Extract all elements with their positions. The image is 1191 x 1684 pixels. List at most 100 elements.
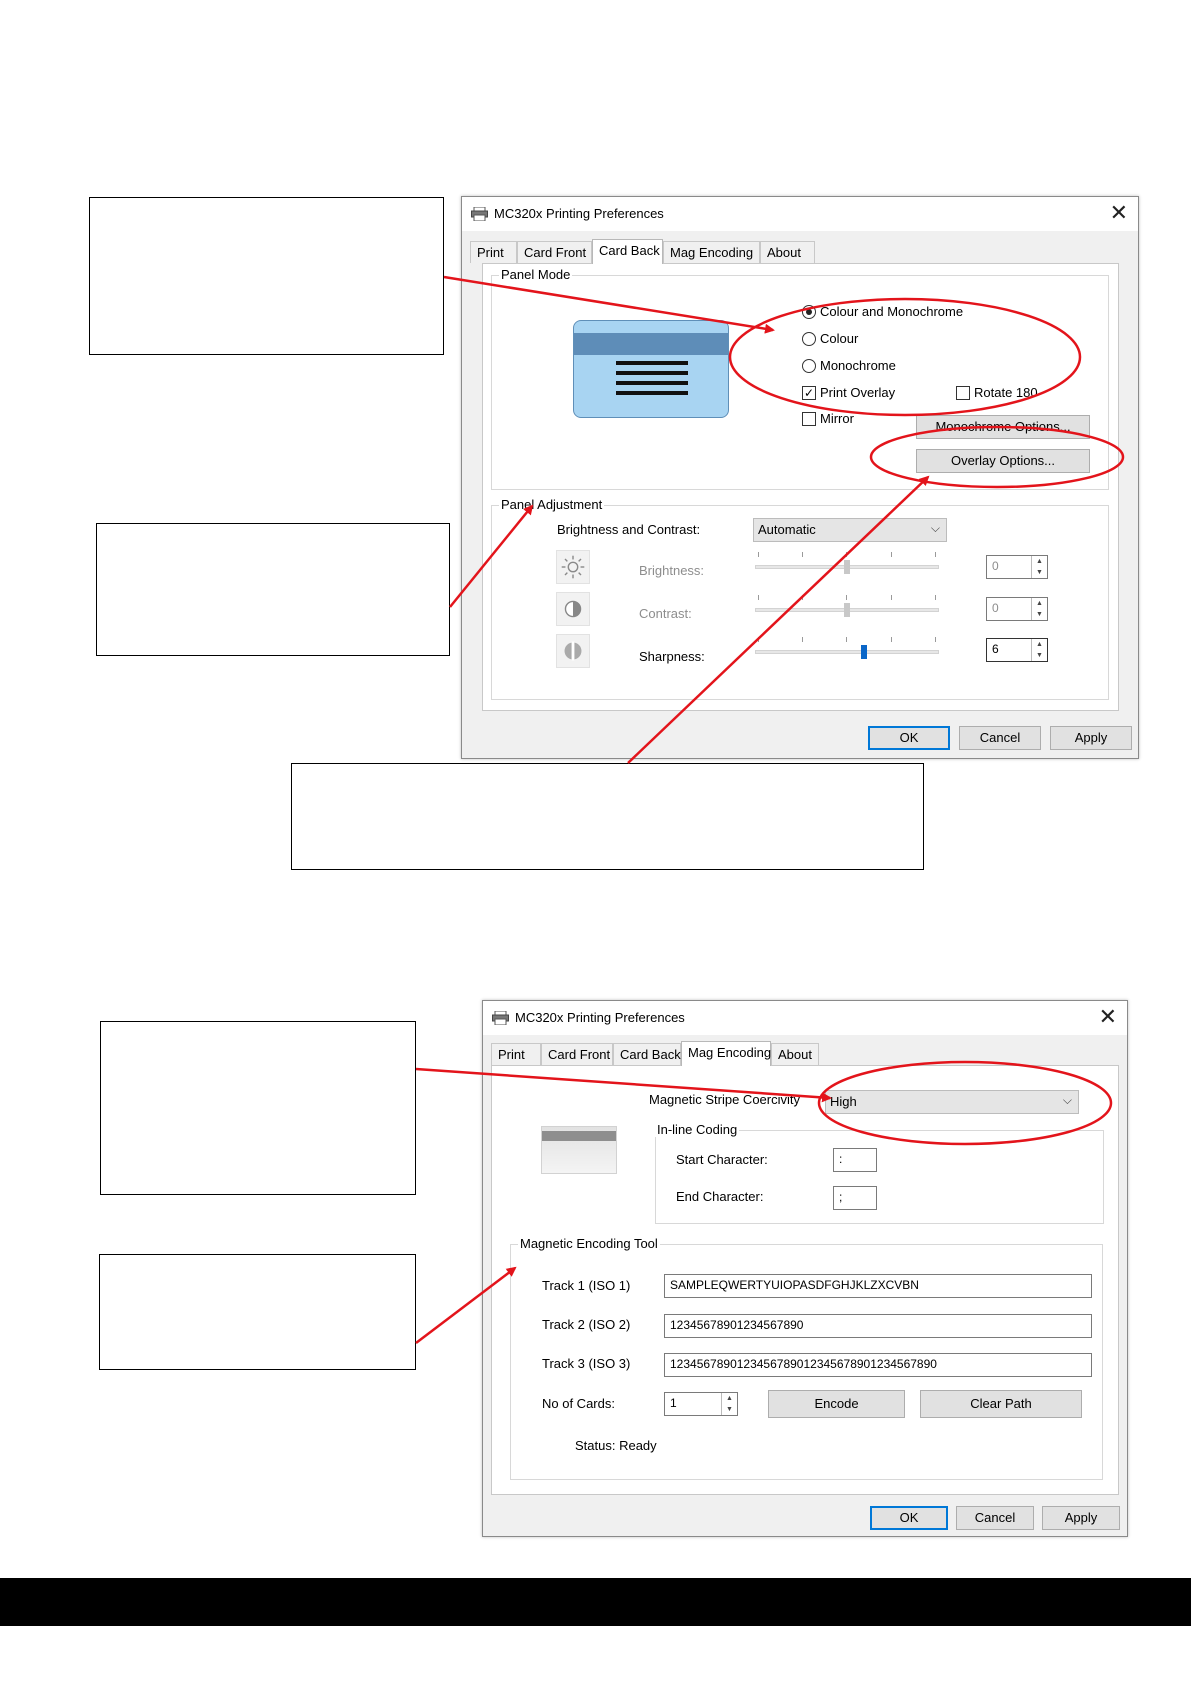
end-character-input[interactable]: ;: [833, 1186, 877, 1210]
start-character-input[interactable]: :: [833, 1148, 877, 1172]
sharpness-value: 6: [992, 642, 999, 656]
cancel-button[interactable]: Cancel: [959, 726, 1041, 750]
tab-strip: Print Card Front Card Back Mag Encoding …: [470, 239, 830, 264]
brightness-slider-thumb[interactable]: [844, 560, 850, 574]
no-of-cards-value: 1: [670, 1396, 677, 1410]
chevron-down-icon: ⌵: [1062, 1093, 1072, 1107]
spin-down-icon[interactable]: ▼: [1032, 650, 1047, 661]
print-overlay-label: Print Overlay: [820, 385, 896, 400]
print-overlay-checkbox[interactable]: ✓: [802, 386, 816, 400]
no-of-cards-label: No of Cards:: [542, 1396, 615, 1411]
overlay-options-button[interactable]: Overlay Options...: [916, 449, 1090, 473]
callout-box-encoding-tool: [99, 1254, 416, 1370]
end-character-label: End Character:: [676, 1189, 764, 1204]
track-1-input[interactable]: SAMPLEQWERTYUIOPASDFGHJKLZXCVBN: [664, 1274, 1092, 1298]
ok-button[interactable]: OK: [870, 1506, 948, 1530]
tab-print[interactable]: Print: [491, 1043, 541, 1065]
status-text: Status: Ready: [575, 1438, 657, 1453]
inline-coding-group: [655, 1130, 1104, 1224]
sharpness-slider-thumb[interactable]: [861, 645, 867, 659]
brightness-contrast-label: Brightness and Contrast:: [557, 522, 701, 537]
encode-button[interactable]: Encode: [768, 1390, 905, 1418]
radio-label-colour: Colour: [820, 331, 859, 346]
close-icon[interactable]: ✕: [1099, 1005, 1117, 1029]
brightness-value: 0: [992, 559, 999, 573]
contrast-slider-thumb[interactable]: [844, 603, 850, 617]
contrast-value: 0: [992, 601, 999, 615]
printer-icon: [471, 207, 488, 221]
close-icon[interactable]: ✕: [1110, 201, 1128, 225]
spin-up-icon[interactable]: ▲: [1032, 598, 1047, 609]
mag-stripe-band: [542, 1131, 616, 1141]
tab-card-back[interactable]: Card Back: [592, 239, 663, 264]
track-3-input[interactable]: 1234567890123456789012345678901234567890: [664, 1353, 1092, 1377]
spin-down-icon[interactable]: ▼: [722, 1404, 737, 1415]
sharpness-icon: [556, 634, 590, 668]
spin-down-icon[interactable]: ▼: [1032, 609, 1047, 620]
track-1-label: Track 1 (ISO 1): [542, 1278, 631, 1293]
sharpness-spinner[interactable]: 6 ▲ ▼: [986, 638, 1048, 662]
sharpness-slider[interactable]: [755, 637, 939, 665]
spin-up-icon[interactable]: ▲: [1032, 639, 1047, 650]
title-bar: MC320x Printing Preferences ✕: [462, 197, 1138, 231]
printing-preferences-dialog-mag-encoding: MC320x Printing Preferences ✕ Print Card…: [482, 1000, 1128, 1537]
panel-adjustment-label: Panel Adjustment: [499, 497, 605, 512]
sharpness-label: Sharpness:: [639, 649, 705, 664]
apply-button[interactable]: Apply: [1050, 726, 1132, 750]
text-lines-icon: [616, 361, 688, 395]
chevron-down-icon: ⌵: [930, 521, 940, 535]
tab-card-front[interactable]: Card Front: [517, 241, 592, 263]
clear-path-button[interactable]: Clear Path: [920, 1390, 1082, 1418]
mag-card-thumbnail: [541, 1126, 617, 1174]
radio-colour[interactable]: [802, 332, 816, 346]
tab-mag-encoding[interactable]: Mag Encoding: [663, 241, 760, 263]
spin-down-icon[interactable]: ▼: [1032, 567, 1047, 578]
rotate-180-checkbox[interactable]: [956, 386, 970, 400]
card-back-preview: [573, 320, 729, 418]
panel-mode-label: Panel Mode: [499, 267, 573, 282]
tab-about[interactable]: About: [771, 1043, 819, 1065]
track-2-input[interactable]: 12345678901234567890: [664, 1314, 1092, 1338]
page-footer-bar: [0, 1578, 1191, 1626]
brightness-contrast-value: Automatic: [758, 522, 816, 537]
inline-coding-label: In-line Coding: [655, 1122, 740, 1137]
sun-icon: [556, 550, 590, 584]
brightness-contrast-select[interactable]: Automatic ⌵: [753, 518, 947, 542]
tab-print[interactable]: Print: [470, 241, 517, 263]
no-of-cards-spinner[interactable]: 1 ▲ ▼: [664, 1392, 738, 1416]
title-bar: MC320x Printing Preferences ✕: [483, 1001, 1127, 1035]
spin-up-icon[interactable]: ▲: [1032, 556, 1047, 567]
callout-box-coercivity: [100, 1021, 416, 1195]
callout-box-panel-mode: [89, 197, 444, 355]
printing-preferences-dialog-card-back: MC320x Printing Preferences ✕ Print Card…: [461, 196, 1139, 759]
tab-strip: Print Card Front Card Back Mag Encoding …: [491, 1041, 851, 1066]
ok-button[interactable]: OK: [868, 726, 950, 750]
callout-box-panel-adjustment: [96, 523, 450, 656]
tab-card-back[interactable]: Card Back: [613, 1043, 681, 1065]
radio-label-monochrome: Monochrome: [820, 358, 896, 373]
coercivity-label: Magnetic Stripe Coercivity: [649, 1092, 800, 1107]
callout-box-overlay-options: [291, 763, 924, 870]
tab-mag-encoding[interactable]: Mag Encoding: [681, 1041, 771, 1066]
contrast-label: Contrast:: [639, 606, 692, 621]
tab-about[interactable]: About: [760, 241, 815, 263]
brightness-spinner[interactable]: 0 ▲ ▼: [986, 555, 1048, 579]
contrast-slider[interactable]: [755, 595, 939, 623]
radio-colour-and-monochrome[interactable]: [802, 305, 816, 319]
coercivity-value: High: [830, 1094, 857, 1109]
apply-button[interactable]: Apply: [1042, 1506, 1120, 1530]
magnetic-encoding-tool-label: Magnetic Encoding Tool: [518, 1236, 660, 1251]
spin-up-icon[interactable]: ▲: [722, 1393, 737, 1404]
brightness-slider[interactable]: [755, 552, 939, 580]
cancel-button[interactable]: Cancel: [956, 1506, 1034, 1530]
coercivity-select[interactable]: High ⌵: [825, 1090, 1079, 1114]
mirror-checkbox[interactable]: [802, 412, 816, 426]
rotate-180-label: Rotate 180: [974, 385, 1038, 400]
contrast-spinner[interactable]: 0 ▲ ▼: [986, 597, 1048, 621]
mag-stripe-band: [574, 333, 728, 355]
track-2-label: Track 2 (ISO 2): [542, 1317, 631, 1332]
radio-monochrome[interactable]: [802, 359, 816, 373]
radio-label-colour-and-monochrome: Colour and Monochrome: [820, 304, 964, 319]
monochrome-options-button[interactable]: Monochrome Options...: [916, 415, 1090, 439]
tab-card-front[interactable]: Card Front: [541, 1043, 613, 1065]
